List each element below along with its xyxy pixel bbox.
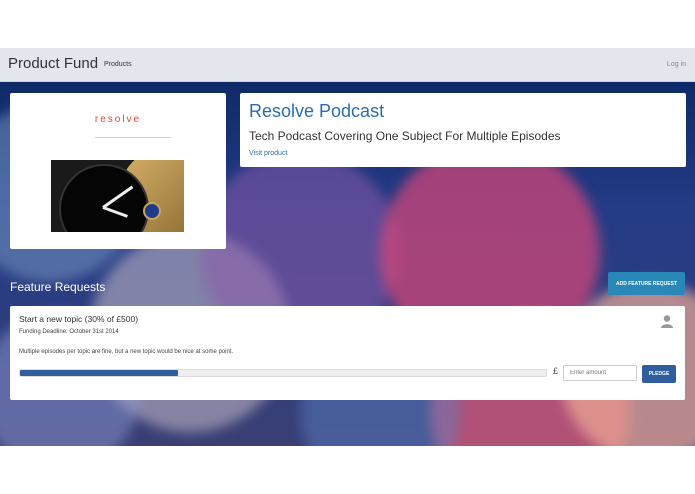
image-nav-line	[95, 137, 171, 138]
request-description: Multiple episodes per topic are fine, bu…	[19, 349, 234, 355]
request-deadline: Funding Deadline: October 31st 2014	[19, 329, 119, 335]
currency-symbol: £	[553, 366, 559, 376]
product-info-card: Resolve Podcast Tech Podcast Covering On…	[240, 93, 686, 167]
funding-progress-fill	[20, 370, 178, 376]
product-title: Resolve Podcast	[249, 101, 385, 121]
feature-request-card: Start a new topic (30% of £500) Funding …	[10, 306, 685, 400]
navbar: Product Fund Products Log in	[0, 48, 695, 82]
product-image-card: resolve	[10, 93, 226, 249]
user-avatar-icon	[661, 315, 673, 328]
watch-image	[51, 160, 184, 232]
pledge-button[interactable]: PLEDGE	[642, 365, 676, 383]
add-feature-request-button[interactable]: ADD FEATURE REQUEST	[608, 272, 685, 295]
login-link[interactable]: Log in	[667, 61, 686, 68]
product-subtitle: Tech Podcast Covering One Subject For Mu…	[249, 129, 561, 143]
funding-progress-bar	[19, 369, 547, 377]
hero-background: resolve Resolve Podcast Tech Podcast Cov…	[0, 82, 695, 446]
app-window: Product Fund Products Log in resolve Res…	[0, 48, 695, 446]
request-title: Start a new topic (30% of £500)	[19, 314, 139, 324]
feature-requests-heading: Feature Requests	[10, 280, 106, 294]
brand-logo[interactable]: Product Fund	[8, 55, 98, 72]
resolve-logo: resolve	[94, 114, 142, 125]
visit-product-link[interactable]: Visit product	[249, 150, 287, 157]
pledge-amount-input[interactable]	[563, 365, 637, 381]
watch-crown	[143, 202, 161, 220]
nav-products-link[interactable]: Products	[104, 61, 132, 68]
